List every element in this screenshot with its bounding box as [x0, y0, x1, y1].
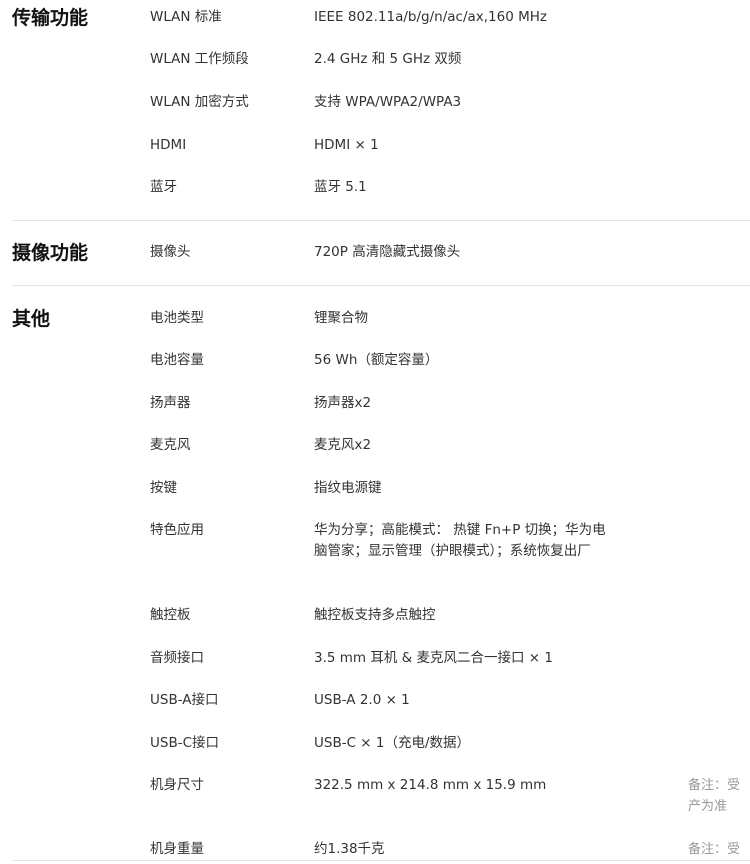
- spec-note: 备注：受产为准: [688, 778, 741, 814]
- spec-label: 扬声器: [150, 395, 191, 411]
- spec-value: HDMI × 1: [314, 137, 379, 153]
- section-title: 传输功能: [12, 7, 89, 29]
- spec-value: 华为分享；高能模式： 热键 Fn+P 切换；华为电脑管家；显示管理（护眼模式）；…: [314, 522, 606, 559]
- spec-value: 锂聚合物: [314, 310, 368, 326]
- spec-label: 机身尺寸: [150, 777, 204, 793]
- section-divider: [12, 285, 750, 286]
- spec-label: 按键: [150, 480, 177, 496]
- spec-value: 指纹电源键: [314, 480, 382, 496]
- spec-label: 蓝牙: [150, 179, 177, 195]
- spec-value: 支持 WPA/WPA2/WPA3: [314, 94, 462, 110]
- spec-value: 麦克风x2: [314, 437, 372, 453]
- spec-value: USB-C × 1（充电/数据）: [314, 735, 471, 751]
- spec-note: 备注：受产: [688, 842, 741, 857]
- spec-value: 3.5 mm 耳机 & 麦克风二合一接口 × 1: [314, 650, 553, 666]
- spec-value: 触控板支持多点触控: [314, 607, 436, 623]
- spec-label: WLAN 标准: [150, 9, 222, 25]
- spec-value: 约1.38千克: [314, 841, 385, 857]
- spec-label: HDMI: [150, 137, 187, 153]
- spec-value: 扬声器x2: [314, 395, 372, 411]
- spec-label: 电池类型: [150, 310, 204, 326]
- spec-value: 56 Wh（额定容量）: [314, 352, 439, 368]
- section-title: 摄像功能: [12, 242, 89, 264]
- spec-label: WLAN 加密方式: [150, 94, 249, 110]
- spec-label: 音频接口: [150, 650, 204, 666]
- section-title: 其他: [12, 308, 51, 330]
- spec-label: 摄像头: [150, 244, 191, 260]
- spec-value: USB-A 2.0 × 1: [314, 692, 410, 708]
- spec-value: 2.4 GHz 和 5 GHz 双频: [314, 51, 462, 67]
- spec-label: 机身重量: [150, 841, 204, 857]
- spec-label: USB-A接口: [150, 692, 219, 708]
- spec-label: 触控板: [150, 607, 191, 623]
- spec-value: 720P 高清隐藏式摄像头: [314, 244, 461, 260]
- spec-label: 特色应用: [150, 522, 204, 538]
- spec-value: 蓝牙 5.1: [314, 179, 367, 195]
- spec-value: IEEE 802.11a/b/g/n/ac/ax,160 MHz: [314, 9, 548, 25]
- section-divider: [12, 860, 750, 861]
- spec-label: 麦克风: [150, 437, 191, 453]
- spec-value: 322.5 mm x 214.8 mm x 15.9 mm: [314, 777, 547, 793]
- spec-label: USB-C接口: [150, 735, 220, 751]
- spec-label: 电池容量: [150, 352, 204, 368]
- section-divider: [12, 220, 750, 221]
- spec-label: WLAN 工作频段: [150, 51, 249, 67]
